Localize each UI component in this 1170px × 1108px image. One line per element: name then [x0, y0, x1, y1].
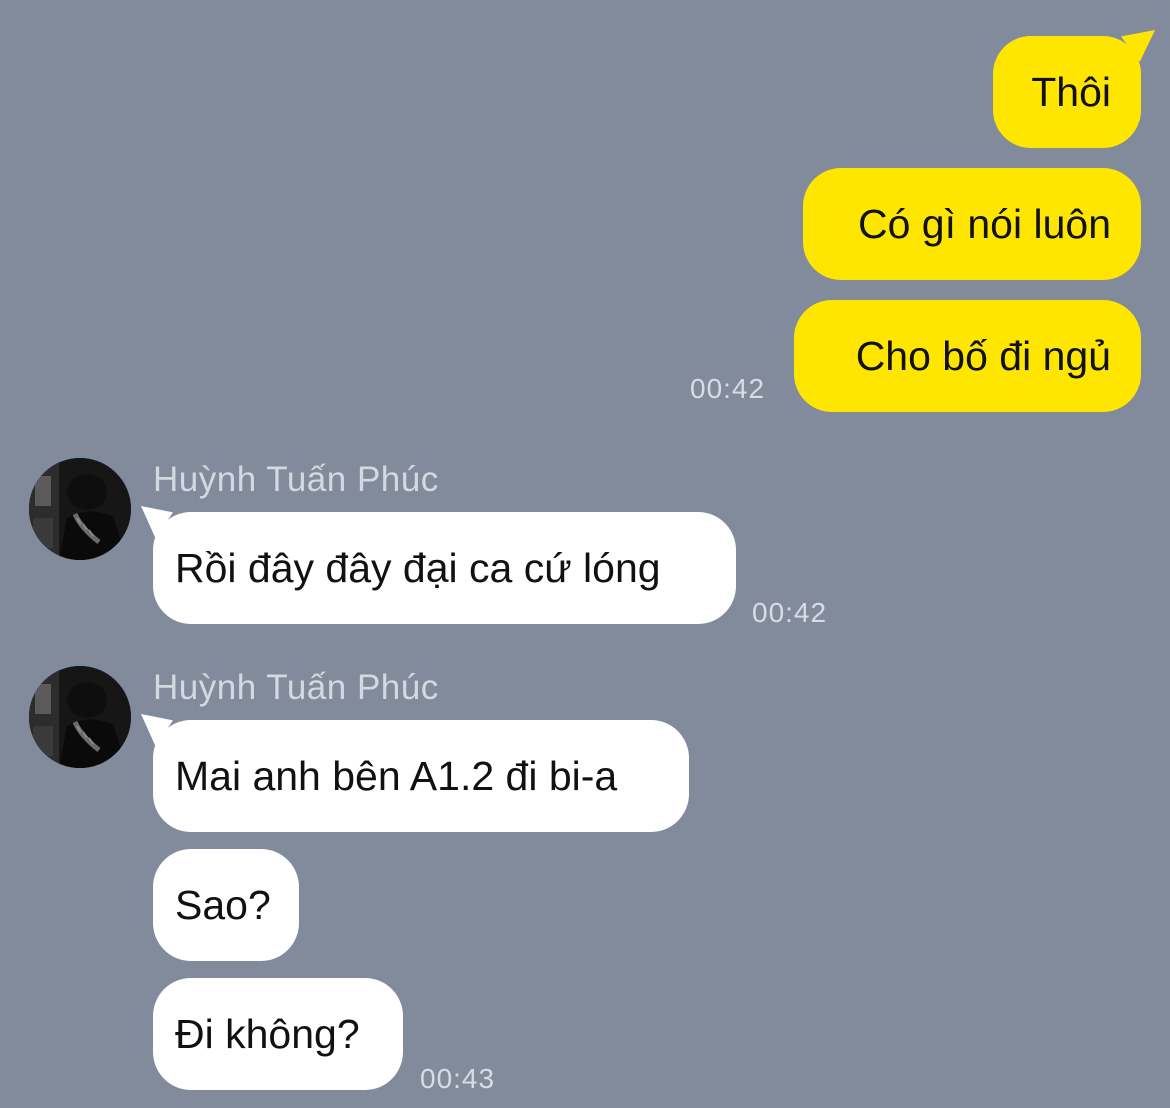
message-text: Mai anh bên A1.2 đi bi-a — [175, 753, 618, 799]
message-text: Có gì nói luôn — [857, 201, 1111, 247]
message-text: Thôi — [1031, 69, 1111, 115]
sender-name: Huỳnh Tuấn Phúc — [153, 460, 439, 499]
incoming-message-bubble[interactable]: Mai anh bên A1.2 đi bi-a — [141, 714, 689, 832]
profile-photo-avatar-icon — [29, 666, 131, 768]
sender-avatar[interactable] — [29, 666, 131, 768]
sender-name: Huỳnh Tuấn Phúc — [153, 668, 439, 707]
incoming-message-bubble[interactable]: Rồi đây đây đại ca cứ lóng — [141, 506, 736, 624]
message-text: Sao? — [175, 882, 271, 928]
incoming-message-bubble[interactable]: Đi không? — [153, 978, 403, 1090]
message-text: Rồi đây đây đại ca cứ lóng — [175, 545, 661, 591]
bubble-tail — [1121, 30, 1155, 62]
message-text: Cho bố đi ngủ — [855, 333, 1111, 379]
incoming-message-bubble[interactable]: Sao? — [153, 849, 299, 961]
outgoing-message-bubble[interactable]: Thôi — [993, 30, 1155, 148]
message-timestamp: 00:42 — [752, 597, 828, 628]
message-timestamp: 00:42 — [690, 373, 766, 404]
profile-photo-avatar-icon — [29, 458, 131, 560]
message-text: Đi không? — [175, 1011, 360, 1057]
outgoing-message-bubble[interactable]: Cho bố đi ngủ — [794, 300, 1141, 412]
chat-message-list[interactable]: Thôi Có gì nói luôn Cho bố đi ngủ 00:42 … — [0, 0, 1170, 1108]
sender-avatar[interactable] — [29, 458, 131, 560]
bubble-tail — [141, 506, 173, 538]
message-timestamp: 00:43 — [420, 1063, 496, 1094]
outgoing-message-bubble[interactable]: Có gì nói luôn — [803, 168, 1141, 280]
bubble-tail — [141, 714, 173, 746]
